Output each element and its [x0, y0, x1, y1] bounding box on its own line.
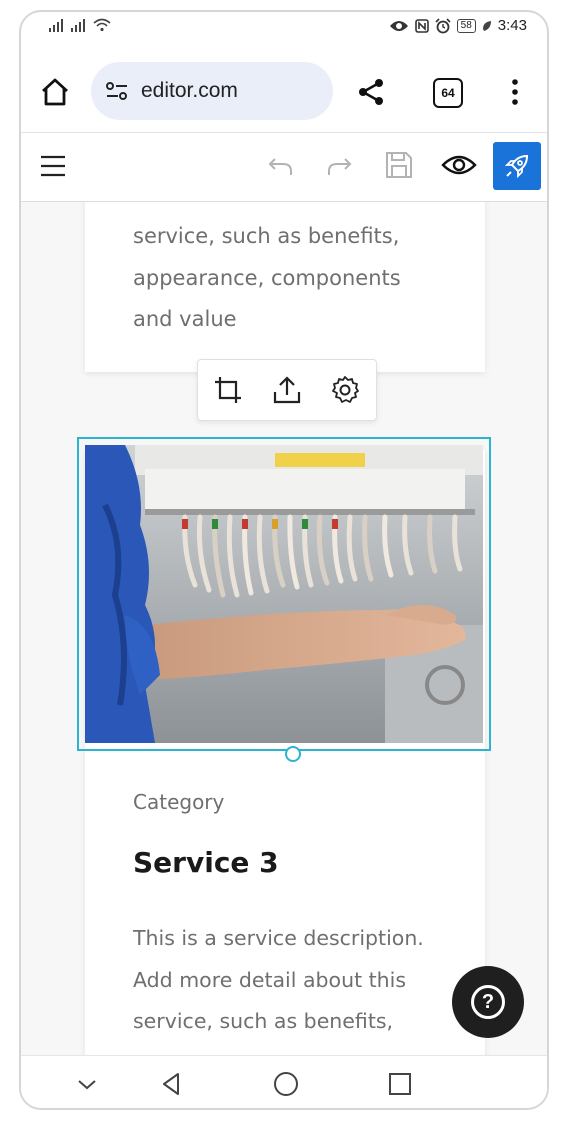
resize-handle[interactable] [285, 746, 301, 762]
tabs-icon[interactable]: 64 [433, 78, 463, 108]
editor-canvas[interactable]: service, such as benefits, appearance, c… [21, 202, 547, 1055]
save-icon[interactable] [383, 149, 415, 181]
home-icon[interactable] [37, 74, 73, 110]
publish-button[interactable] [493, 142, 541, 190]
crop-icon[interactable] [212, 374, 244, 406]
share-icon[interactable] [355, 76, 387, 108]
alarm-icon [435, 17, 451, 33]
help-button[interactable]: ? [452, 966, 524, 1038]
chevron-down-icon[interactable] [73, 1070, 101, 1098]
eye-icon [389, 20, 408, 31]
battery-icon: 58 [456, 18, 476, 33]
settings-icon[interactable] [329, 374, 361, 406]
status-bar: 58 3:43 [21, 12, 547, 46]
wifi-icon [93, 18, 111, 32]
upload-icon[interactable] [271, 374, 303, 406]
service-image[interactable] [85, 445, 483, 743]
description-line: This is a service description. [133, 926, 424, 950]
system-nav-bar [21, 1055, 547, 1108]
image-toolbar [197, 359, 377, 421]
publish-rocket-icon [504, 154, 529, 179]
description-line: appearance, components [133, 265, 401, 290]
back-icon[interactable] [158, 1070, 186, 1098]
status-left [49, 18, 111, 32]
preview-eye-icon[interactable] [441, 149, 477, 181]
service-card[interactable]: service, such as benefits, appearance, c… [85, 202, 485, 372]
nfc-icon [414, 18, 429, 33]
service-description[interactable]: This is a service description. Add more … [133, 918, 463, 1055]
help-icon: ? [471, 985, 505, 1019]
leaf-icon [482, 20, 491, 31]
browser-toolbar: editor.com 64 [21, 54, 547, 132]
electrician-photo [85, 445, 483, 743]
description-line: service, such as benefits, [133, 1009, 394, 1033]
selected-image-frame[interactable] [77, 437, 491, 751]
redo-icon[interactable] [323, 149, 355, 181]
more-vert-icon[interactable] [505, 76, 525, 108]
description-line: and value [133, 307, 237, 331]
address-bar[interactable]: editor.com [91, 62, 333, 120]
site-settings-icon[interactable] [105, 80, 129, 102]
description-line: Add more detail about this [133, 967, 407, 992]
home-circle-icon[interactable] [272, 1070, 300, 1098]
menu-icon[interactable] [39, 153, 67, 179]
signal-icon [71, 18, 85, 32]
description-line: appearance, components [133, 1043, 463, 1056]
service-description[interactable]: service, such as benefits, appearance, c… [133, 216, 463, 341]
service-title[interactable]: Service 3 [133, 846, 279, 879]
phone-screen: 58 3:43 editor.com 64 service, such as b… [19, 10, 549, 1110]
description-line: service, such as benefits, [133, 224, 400, 248]
status-time: 3:43 [497, 17, 527, 34]
editor-toolbar [21, 133, 547, 201]
url-text[interactable]: editor.com [141, 79, 238, 103]
service-category[interactable]: Category [133, 790, 224, 814]
recents-icon[interactable] [386, 1070, 414, 1098]
status-right: 58 3:43 [389, 17, 527, 34]
signal-icon [49, 18, 63, 32]
undo-icon[interactable] [265, 149, 297, 181]
